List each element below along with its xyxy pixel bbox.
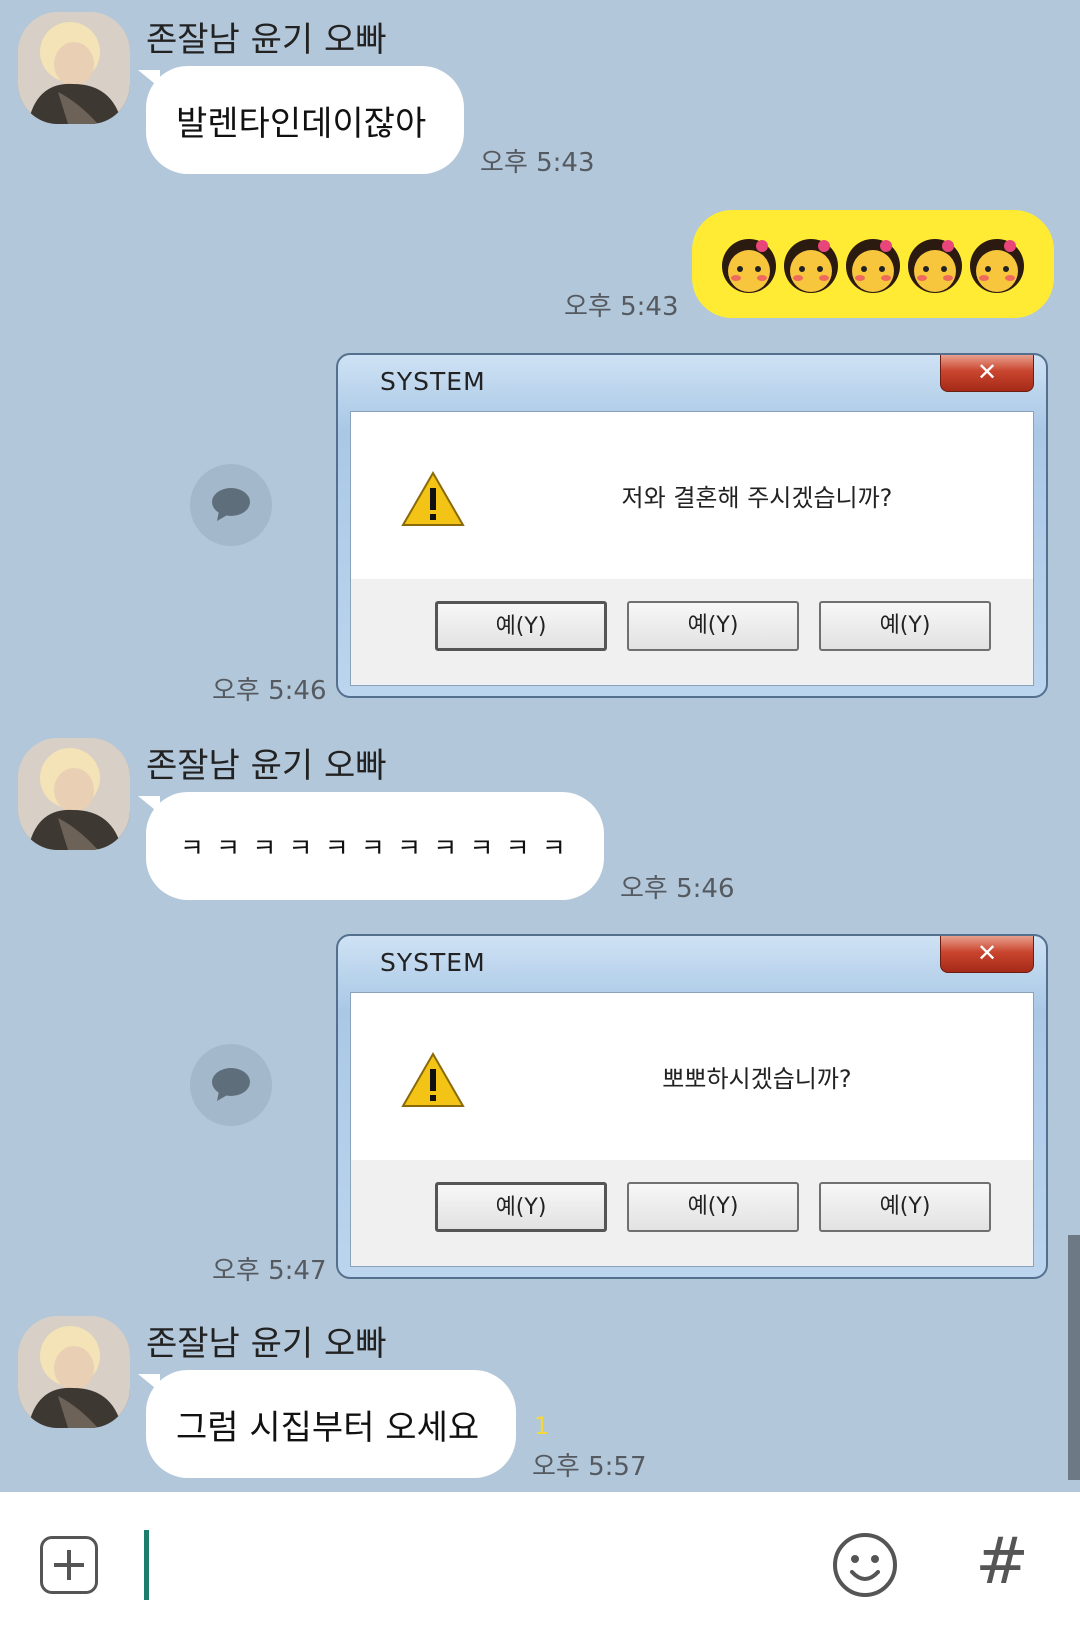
close-icon: ✕ — [940, 936, 1034, 973]
avatar[interactable] — [18, 738, 130, 850]
dialog-footer: 예(Y) 예(Y) 예(Y) — [351, 1160, 1033, 1266]
dialog-title: SYSTEM — [380, 948, 486, 977]
avatar-photo — [18, 738, 130, 850]
warning-icon — [401, 1051, 465, 1107]
blushing-girl-emoji — [784, 239, 838, 293]
close-icon: ✕ — [940, 355, 1034, 392]
message-time: 오후 5:46 — [212, 676, 327, 706]
message-time: 오후 5:47 — [212, 1256, 327, 1286]
dialog-body: 뽀뽀하시겠습니까? 예(Y) 예(Y) 예(Y) — [350, 992, 1034, 1267]
dialog-message: 저와 결혼해 주시겠습니까? — [621, 484, 893, 512]
avatar[interactable] — [18, 12, 130, 124]
avatar[interactable] — [18, 1316, 130, 1428]
warning-icon — [401, 470, 465, 526]
yes-button[interactable]: 예(Y) — [627, 601, 799, 651]
dialog-body: 저와 결혼해 주시겠습니까? 예(Y) 예(Y) 예(Y) — [350, 411, 1034, 686]
yes-button[interactable]: 예(Y) — [819, 601, 991, 651]
sender-name: 존잘남 윤기 오빠 — [146, 1324, 387, 1364]
message-time: 오후 5:46 — [620, 874, 735, 904]
hashtag-button[interactable]: # — [972, 1522, 1032, 1602]
message-time: 오후 5:43 — [564, 292, 679, 322]
my-message-bubble[interactable] — [692, 210, 1054, 318]
dialog-title: SYSTEM — [380, 367, 486, 396]
yes-button[interactable]: 예(Y) — [627, 1182, 799, 1232]
yes-button[interactable]: 예(Y) — [435, 601, 607, 651]
sender-name: 존잘남 윤기 오빠 — [146, 746, 387, 786]
sender-name: 존잘남 윤기 오빠 — [146, 20, 387, 60]
dialog-footer: 예(Y) 예(Y) 예(Y) — [351, 579, 1033, 685]
unread-count: 1 — [534, 1412, 550, 1440]
message-bubble[interactable]: 그럼 시집부터 오세요 — [146, 1370, 516, 1478]
system-dialog-image[interactable]: SYSTEM ✕ 뽀뽀하시겠습니까? 예(Y) 예(Y) 예(Y) — [336, 934, 1048, 1279]
speech-bubble-icon — [212, 488, 250, 521]
text-cursor[interactable] — [144, 1530, 149, 1600]
message-time: 오후 5:57 — [532, 1452, 647, 1482]
message-bubble[interactable]: 발렌타인데이잖아 — [146, 66, 464, 174]
input-bar: # — [0, 1492, 1080, 1639]
plus-glyph — [54, 1550, 84, 1580]
dialog-message: 뽀뽀하시겠습니까? — [662, 1065, 852, 1093]
blushing-girl-emoji — [846, 239, 900, 293]
blushing-girl-emoji — [722, 239, 776, 293]
plus-icon[interactable] — [40, 1536, 98, 1594]
message-bubble[interactable]: ㅋ ㅋ ㅋ ㅋ ㅋ ㅋ ㅋ ㅋ ㅋ ㅋ ㅋ — [146, 792, 604, 900]
avatar-photo — [18, 1316, 130, 1428]
share-button[interactable] — [190, 1044, 272, 1126]
scrollbar[interactable] — [1068, 1235, 1080, 1480]
blushing-girl-emoji — [970, 239, 1024, 293]
system-dialog-image[interactable]: SYSTEM ✕ 저와 결혼해 주시겠습니까? 예(Y) 예(Y) 예(Y) — [336, 353, 1048, 698]
message-text: ㅋ ㅋ ㅋ ㅋ ㅋ ㅋ ㅋ ㅋ ㅋ ㅋ ㅋ — [180, 833, 568, 864]
share-button[interactable] — [190, 464, 272, 546]
smiley-icon[interactable] — [832, 1532, 898, 1598]
message-text: 발렌타인데이잖아 — [176, 103, 427, 144]
message-time: 오후 5:43 — [480, 148, 595, 178]
blushing-girl-emoji — [908, 239, 962, 293]
yes-button[interactable]: 예(Y) — [819, 1182, 991, 1232]
speech-bubble-icon — [212, 1068, 250, 1101]
message-text: 그럼 시집부터 오세요 — [176, 1407, 480, 1448]
yes-button[interactable]: 예(Y) — [435, 1182, 607, 1232]
avatar-photo — [18, 12, 130, 124]
